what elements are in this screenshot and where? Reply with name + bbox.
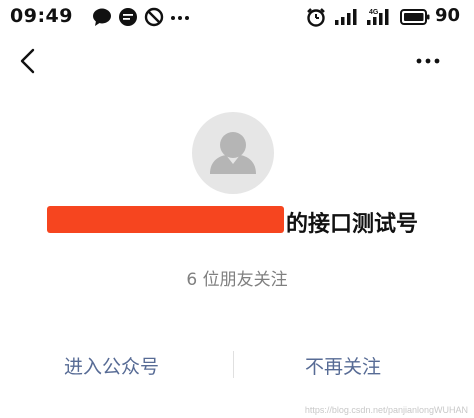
more-button[interactable] [410, 50, 446, 72]
status-time: 09:49 [10, 5, 73, 27]
more-horizontal-icon [416, 58, 440, 64]
message-icon [118, 7, 138, 27]
more-dots-icon [170, 7, 190, 27]
signal-icon [334, 7, 358, 27]
network-label: 4G [369, 9, 379, 16]
default-user-icon [210, 132, 256, 174]
name-redaction [47, 206, 284, 233]
chat-bubble-icon [92, 7, 112, 27]
watermark: https://blog.csdn.net/panjianlongWUHAN [304, 405, 468, 415]
signal-4g-icon: 4G [366, 7, 392, 27]
avatar[interactable] [192, 112, 274, 194]
account-name: 的接口测试号 [47, 204, 467, 237]
chevron-left-icon [20, 48, 35, 74]
status-bar: 09:49 4G 90 [0, 0, 474, 34]
account-name-suffix: 的接口测试号 [286, 212, 419, 237]
followers-count: 6 位朋友关注 [186, 270, 288, 290]
action-divider [233, 351, 234, 378]
unfollow-button[interactable]: 不再关注 [305, 352, 381, 379]
no-disturb-icon [144, 7, 164, 27]
enter-account-button[interactable]: 进入公众号 [64, 352, 159, 379]
back-button[interactable] [14, 46, 42, 76]
battery-icon [400, 7, 430, 27]
battery-level: 90 [435, 5, 461, 26]
alarm-icon [306, 7, 326, 27]
